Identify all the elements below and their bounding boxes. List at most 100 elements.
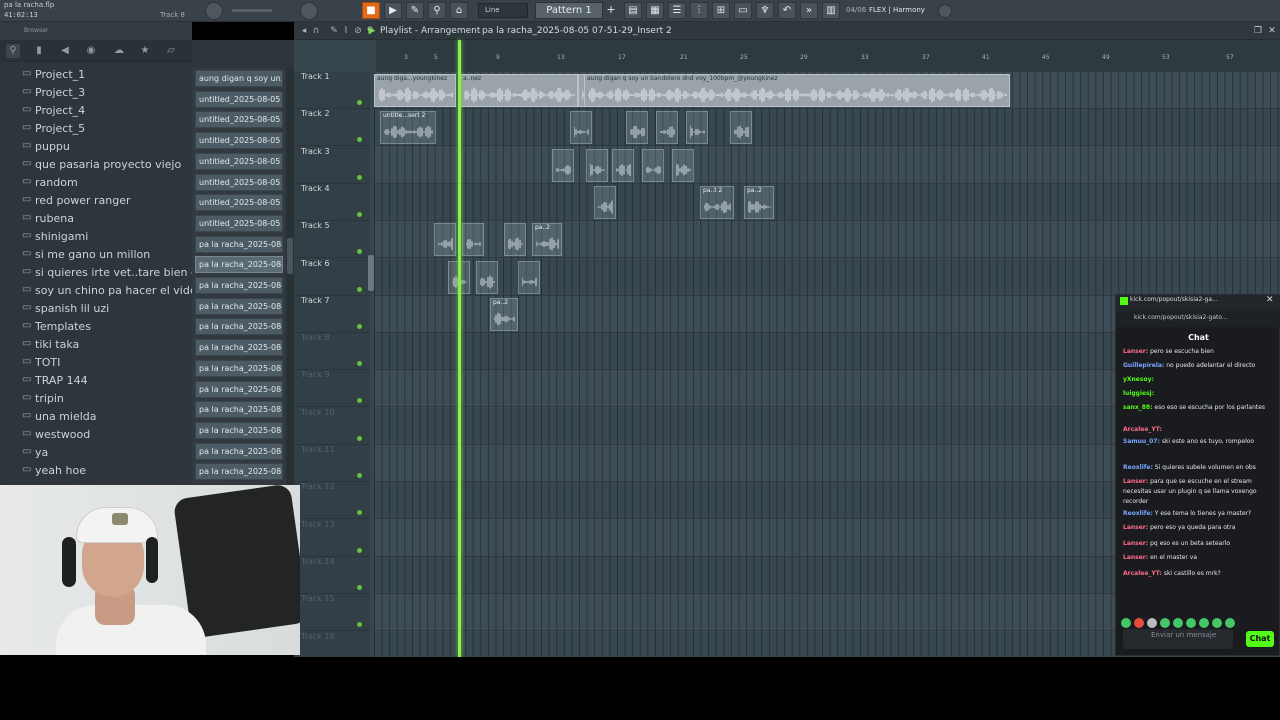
- clip-source-item[interactable]: pa la racha_2025-08-05...: [195, 401, 283, 419]
- audio-clip[interactable]: [518, 260, 540, 294]
- track-header[interactable]: Track 1: [294, 72, 370, 109]
- chat-username[interactable]: Lanser:: [1123, 540, 1148, 547]
- undo-icon[interactable]: ↶: [778, 2, 796, 19]
- chat-username[interactable]: Arcalee_YT:: [1123, 570, 1162, 577]
- emote-icon[interactable]: [1121, 618, 1131, 628]
- track-mute-led[interactable]: [357, 286, 362, 292]
- audio-clip[interactable]: [686, 111, 708, 145]
- cpu-icon[interactable]: ▥: [822, 2, 840, 19]
- clip-source-item[interactable]: untitled_2025-08-05 07-...: [195, 214, 283, 232]
- clip-source-item[interactable]: untitled_2025-08-05 07-...: [195, 194, 283, 212]
- tempo-knob[interactable]: [300, 2, 318, 20]
- emote-icon[interactable]: [1225, 618, 1235, 628]
- back-icon[interactable]: ◀: [58, 44, 72, 58]
- track-mute-led[interactable]: [357, 100, 362, 105]
- clip-source-item[interactable]: pa la racha_2025-08-05...: [195, 235, 283, 253]
- arrangement-name[interactable]: pa la racha_2025-08-05 07-51-29_Insert 2: [482, 22, 672, 40]
- browser-folder-item[interactable]: ▭ tripin: [0, 390, 192, 408]
- gear-icon[interactable]: [938, 4, 952, 18]
- emote-icon[interactable]: [1134, 618, 1144, 628]
- audio-clip[interactable]: [656, 111, 678, 145]
- audio-clip[interactable]: [642, 148, 664, 182]
- emote-icon[interactable]: [1173, 618, 1183, 628]
- play-icon[interactable]: ▶: [384, 2, 402, 19]
- add-pattern-button[interactable]: +: [605, 2, 617, 19]
- audio-clip[interactable]: pa..2: [490, 297, 518, 331]
- audio-clip[interactable]: [552, 148, 574, 182]
- master-volume-knob[interactable]: [205, 2, 223, 20]
- clip-source-item[interactable]: pa la racha_2025-08-05...: [195, 380, 283, 398]
- audio-clip[interactable]: [612, 148, 634, 182]
- browser-folder-item[interactable]: ▭ tiki taka: [0, 336, 192, 354]
- plugin-icon[interactable]: ⊞: [712, 2, 730, 19]
- snap-select[interactable]: Line: [478, 3, 528, 18]
- close-icon[interactable]: ✕: [1266, 295, 1274, 305]
- audio-clip[interactable]: aung diga...youngkinez: [374, 74, 456, 107]
- folder-add-icon[interactable]: ▱: [164, 44, 178, 58]
- timeline-ruler[interactable]: 3 5 9 13 17 21 25 29 33 37 41 45 49 53 57: [376, 40, 1280, 72]
- browser-folder-item[interactable]: ▭ Project_5: [0, 120, 192, 138]
- browser-folder-item[interactable]: ▭ random: [0, 174, 192, 192]
- track-mute-led[interactable]: [357, 137, 362, 143]
- browser-folder-item[interactable]: ▭ Project_3: [0, 84, 192, 102]
- track-mute-led[interactable]: [357, 398, 362, 404]
- browser-folder-item[interactable]: ▭ una mielda: [0, 408, 192, 426]
- playlist-scrollbar[interactable]: [368, 255, 374, 291]
- track-lane[interactable]: [374, 147, 1280, 184]
- clip-source-item[interactable]: untitled_2025-08-05 07-...: [195, 152, 283, 170]
- chat-username[interactable]: Guillepirela:: [1123, 362, 1164, 369]
- browser-folder-item[interactable]: ▭ shinigami: [0, 228, 192, 246]
- master-pitch-slider[interactable]: [232, 9, 272, 12]
- browser-folder-item[interactable]: ▭ red power ranger: [0, 192, 192, 210]
- record-icon[interactable]: ■: [362, 2, 380, 19]
- emote-bar[interactable]: [1121, 613, 1276, 628]
- playhead[interactable]: [458, 40, 461, 657]
- browser-folder-item[interactable]: ▭ soy un chino pa hacer el video: [0, 282, 192, 300]
- link-icon[interactable]: ⚲: [428, 2, 446, 19]
- audio-clip[interactable]: [476, 260, 498, 294]
- track-header[interactable]: Track 11: [294, 445, 370, 482]
- track-mute-led[interactable]: [357, 323, 362, 329]
- chat-username[interactable]: Reoxlife:: [1123, 510, 1153, 517]
- browser-folder-item[interactable]: ▭ ya: [0, 444, 192, 462]
- clip-source-item[interactable]: pa la racha_2025-08-05...: [195, 421, 283, 439]
- clip-source-item[interactable]: pa la racha_2025-08-05...: [195, 256, 283, 274]
- track-lane[interactable]: [374, 183, 1280, 221]
- brush-icon[interactable]: ⌇: [340, 25, 352, 37]
- track-lane[interactable]: [374, 258, 1280, 296]
- audio-clip[interactable]: [570, 111, 592, 145]
- clip-source-item[interactable]: aung digan q soy un..: [195, 70, 283, 87]
- track-header[interactable]: Track 9: [294, 370, 370, 408]
- menu-icon[interactable]: ◂: [298, 25, 310, 37]
- track-header[interactable]: Track 4: [294, 184, 370, 221]
- track-lane[interactable]: [374, 109, 1280, 147]
- clip-source-item[interactable]: pa la racha_2025-08-05...: [195, 359, 283, 377]
- audio-clip[interactable]: aung digan q soy un bandolero dnd voy_10…: [584, 74, 1010, 107]
- track-mute-led[interactable]: [357, 547, 362, 553]
- chat-url[interactable]: kick.com/popout/skisia2-gato...: [1134, 314, 1228, 321]
- piano-roll-icon[interactable]: ▦: [646, 2, 664, 19]
- forward-icon[interactable]: »: [800, 2, 818, 19]
- track-header[interactable]: Track 12: [294, 482, 370, 520]
- pencil-icon[interactable]: ✎: [406, 2, 424, 19]
- pattern-select[interactable]: Pattern 1: [535, 2, 603, 19]
- browser-folder-item[interactable]: ▭ TRAP 144: [0, 372, 192, 390]
- clip-source-item[interactable]: pa la racha_2025-08-05...: [195, 318, 283, 336]
- chat-send-button[interactable]: Chat: [1246, 631, 1274, 647]
- track-header[interactable]: Track 6: [294, 259, 370, 296]
- magnet-icon[interactable]: ∩: [310, 25, 322, 37]
- chat-username[interactable]: luiggiesj:: [1123, 390, 1154, 397]
- delete-icon[interactable]: ⊘: [352, 25, 364, 37]
- file-icon[interactable]: ▭: [734, 2, 752, 19]
- track-mute-led[interactable]: [357, 473, 362, 478]
- browser-folder-item[interactable]: ▭ si me gano un millon: [0, 246, 192, 264]
- chat-username[interactable]: Arcalee_YT:: [1123, 426, 1162, 433]
- browser-folder-item[interactable]: ▭ Project_1: [0, 66, 192, 84]
- browser-folder-item[interactable]: ▭ puppu: [0, 138, 192, 156]
- chat-username[interactable]: yXnesoy:: [1123, 376, 1154, 383]
- pencil-icon[interactable]: ✎: [328, 25, 340, 37]
- chat-username[interactable]: Lanser:: [1123, 554, 1148, 561]
- browser-folder-item[interactable]: ▭ TOTI: [0, 354, 192, 372]
- clip-source-item[interactable]: untitled_2025-08-05 07-...: [195, 90, 283, 108]
- clip-source-item[interactable]: untitled_2025-08-05 07-...: [195, 111, 283, 129]
